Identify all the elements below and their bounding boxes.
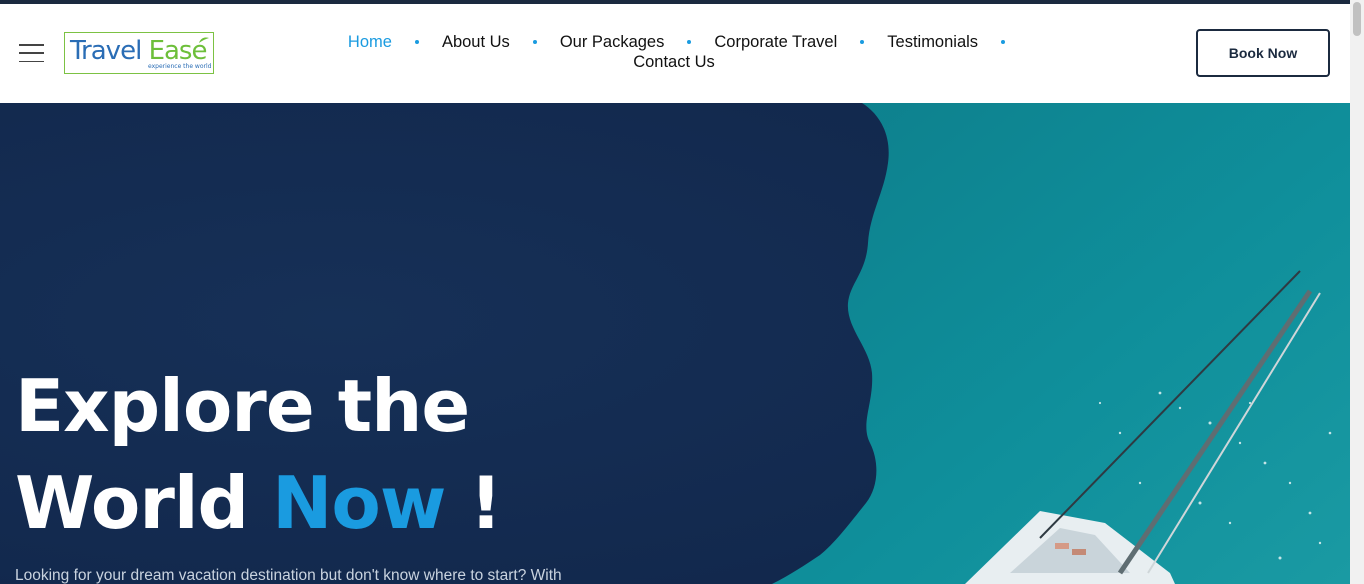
main-nav: Home About Us Our Packages Corporate Tra… <box>318 32 1058 72</box>
hero-title-world: World <box>15 461 249 545</box>
nav-separator-dot <box>1001 40 1006 44</box>
nav-separator-dot <box>414 40 419 44</box>
nav-item-home[interactable]: Home <box>348 32 392 52</box>
hero-title: Explore the World Now ! <box>15 358 502 552</box>
nav-item-corporate-travel[interactable]: Corporate Travel <box>714 32 837 52</box>
nav-item-our-packages[interactable]: Our Packages <box>560 32 665 52</box>
nav-separator-dot <box>687 40 692 44</box>
nav-separator-dot <box>860 40 865 44</box>
scrollbar-thumb[interactable] <box>1353 2 1361 36</box>
logo-word-travel: Travel <box>70 36 142 66</box>
logo[interactable]: Travel Ease experience the world <box>64 32 214 74</box>
site-header: Travel Ease experience the world Home Ab… <box>0 4 1350 103</box>
leaf-icon <box>199 37 209 43</box>
hero-title-suffix: ! <box>469 461 502 545</box>
logo-tagline: experience the world <box>148 63 212 70</box>
hamburger-menu-icon[interactable] <box>19 44 44 62</box>
page-scrollbar[interactable] <box>1350 0 1364 584</box>
nav-item-contact-us[interactable]: Contact Us <box>633 53 715 71</box>
nav-separator-dot <box>532 40 537 44</box>
hero-subtitle: Looking for your dream vacation destinat… <box>15 567 562 584</box>
book-now-button[interactable]: Book Now <box>1196 29 1330 77</box>
nav-item-testimonials[interactable]: Testimonials <box>887 32 978 52</box>
nav-item-about-us[interactable]: About Us <box>442 32 510 52</box>
hero-title-accent: Now <box>272 461 446 545</box>
hero-title-line1: Explore the <box>15 364 470 448</box>
hero-section: Explore the World Now ! Looking for your… <box>0 103 1350 584</box>
